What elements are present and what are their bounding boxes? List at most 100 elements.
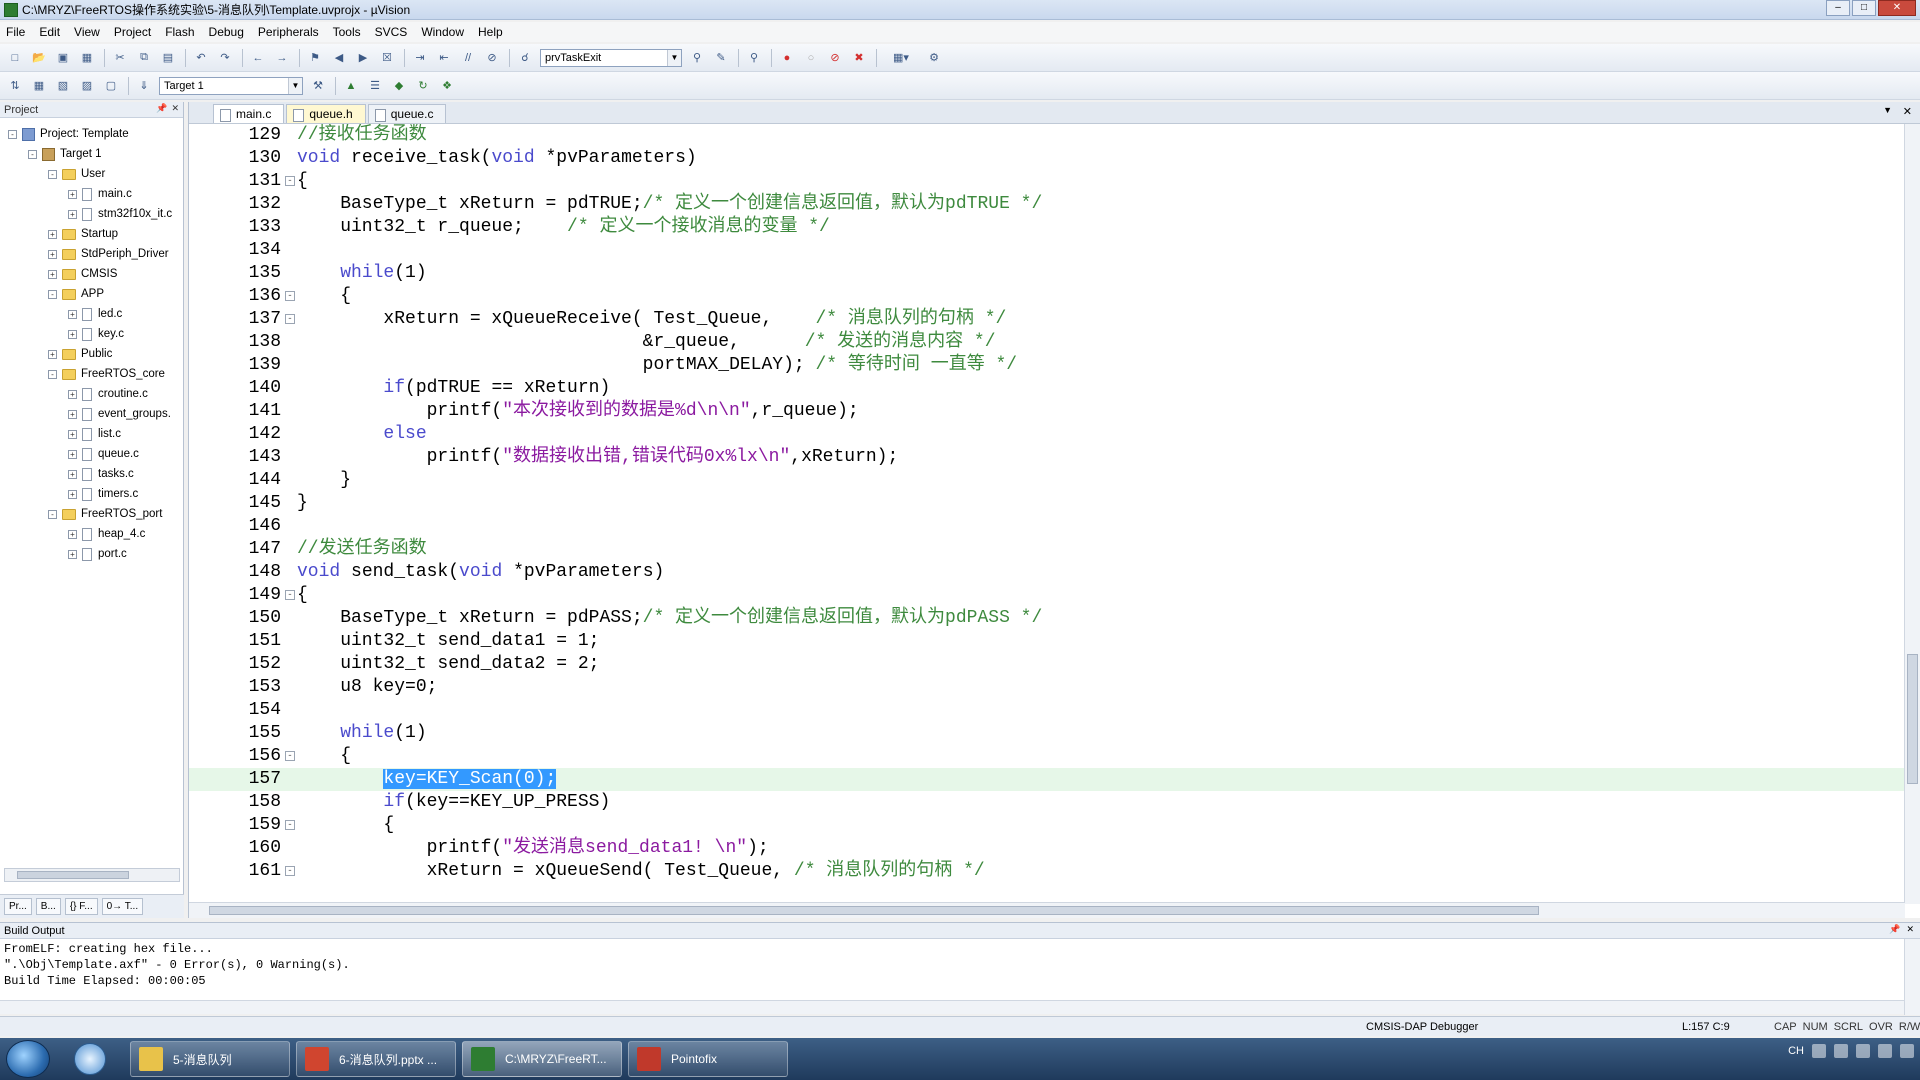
tab-list-dropdown-icon[interactable]: ▼ — [1883, 105, 1892, 115]
tab-templates[interactable]: 0→ T... — [101, 898, 144, 915]
show-desktop-icon[interactable] — [1900, 1044, 1914, 1058]
code-line[interactable]: 159- { — [189, 814, 1905, 837]
tree-folder-item[interactable]: - APP — [48, 284, 104, 304]
collapse-icon[interactable]: - — [8, 129, 17, 139]
menu-view[interactable]: View — [74, 25, 100, 39]
input-language[interactable]: CH — [1788, 1045, 1804, 1057]
taskbar-item-powerpoint[interactable]: 6-消息队列.pptx ... — [296, 1041, 456, 1077]
expand-icon[interactable]: + — [68, 309, 77, 319]
tree-folder-item[interactable]: - FreeRTOS_core — [48, 364, 165, 384]
minimize-button[interactable]: – — [1826, 0, 1850, 16]
disable-breakpoint-icon[interactable]: ○ — [802, 49, 820, 67]
menu-tools[interactable]: Tools — [333, 25, 361, 39]
pin-icon[interactable]: 📌 — [1889, 924, 1900, 935]
clear-bookmarks-icon[interactable]: ☒ — [378, 49, 396, 67]
tree-file-item[interactable]: + key.c — [68, 324, 124, 344]
tree-file-item[interactable]: + event_groups. — [68, 404, 171, 424]
build-icon[interactable]: ▦ — [30, 77, 48, 95]
scrollbar-thumb[interactable] — [209, 906, 1539, 915]
build-output-text[interactable]: FromELF: creating hex file... ".\Obj\Tem… — [0, 939, 1920, 991]
menu-file[interactable]: File — [6, 25, 25, 39]
tree-folder-item[interactable]: - FreeRTOS_port — [48, 504, 162, 524]
menu-svcs[interactable]: SVCS — [375, 25, 408, 39]
tree-file-item[interactable]: + queue.c — [68, 444, 139, 464]
window-layout-icon[interactable]: ▦▾ — [883, 49, 919, 67]
collapse-icon[interactable]: - — [48, 509, 57, 519]
help-icon[interactable] — [1834, 1044, 1848, 1058]
taskbar-item-uvision[interactable]: C:\MRYZ\FreeRT... — [462, 1041, 622, 1077]
menu-flash[interactable]: Flash — [165, 25, 194, 39]
code-line[interactable]: 144 } — [189, 469, 1905, 492]
expand-icon[interactable]: + — [68, 409, 77, 419]
code-line[interactable]: 153 u8 key=0; — [189, 676, 1905, 699]
download-icon[interactable]: ⇓ — [135, 77, 153, 95]
prev-bookmark-icon[interactable]: ◀ — [330, 49, 348, 67]
menu-peripherals[interactable]: Peripherals — [258, 25, 319, 39]
pack-installer-icon[interactable]: ◆ — [390, 77, 408, 95]
code-line[interactable]: 130 void receive_task(void *pvParameters) — [189, 147, 1905, 170]
code-line[interactable]: 132 BaseType_t xReturn = pdTRUE;/* 定义一个创… — [189, 193, 1905, 216]
redo-icon[interactable]: ↷ — [216, 49, 234, 67]
next-bookmark-icon[interactable]: ▶ — [354, 49, 372, 67]
expand-icon[interactable]: + — [68, 469, 77, 479]
expand-icon[interactable]: + — [68, 389, 77, 399]
browser-quicklaunch-icon[interactable] — [74, 1043, 106, 1075]
navigate-back-icon[interactable]: ← — [249, 49, 267, 67]
collapse-icon[interactable]: - — [48, 169, 57, 179]
code-line[interactable]: 134 — [189, 239, 1905, 262]
file-extensions-icon[interactable]: ☰ — [366, 77, 384, 95]
rebuild-icon[interactable]: ▧ — [54, 77, 72, 95]
manage-project-icon[interactable]: ▲ — [342, 77, 360, 95]
fold-toggle-icon[interactable]: - — [285, 291, 295, 301]
code-line[interactable]: 143 printf("数据接收出错,错误代码0x%lx\n",xReturn)… — [189, 446, 1905, 469]
unindent-icon[interactable]: ⇤ — [435, 49, 453, 67]
function-combo[interactable]: prvTaskExit ▼ — [540, 48, 682, 67]
code-area[interactable]: 129 //接收任务函数 130 void receive_task(void *pv… — [189, 124, 1905, 896]
tab-queue-h[interactable]: queue.h — [286, 104, 366, 123]
save-icon[interactable]: ▣ — [54, 49, 72, 67]
code-line[interactable]: 137- xReturn = xQueueReceive( Test_Queue… — [189, 308, 1905, 331]
menu-window[interactable]: Window — [421, 25, 464, 39]
maximize-button[interactable]: □ — [1852, 0, 1876, 16]
find-icon[interactable]: ⚲ — [688, 49, 706, 67]
manage-rte-icon[interactable]: ❖ — [438, 77, 456, 95]
start-debug-icon[interactable]: ⚲ — [745, 49, 763, 67]
breakpoint-icon[interactable]: ● — [778, 49, 796, 67]
menu-project[interactable]: Project — [114, 25, 151, 39]
tree-file-item[interactable]: + tasks.c — [68, 464, 134, 484]
code-line[interactable]: 140 if(pdTRUE == xReturn) — [189, 377, 1905, 400]
code-line[interactable]: 156- { — [189, 745, 1905, 768]
menu-help[interactable]: Help — [478, 25, 503, 39]
code-line[interactable]: 150 BaseType_t xReturn = pdPASS;/* 定义一个创… — [189, 607, 1905, 630]
code-line[interactable]: 161- xReturn = xQueueSend( Test_Queue, /… — [189, 860, 1905, 883]
tree-folder-item[interactable]: - User — [48, 164, 105, 184]
code-line[interactable]: 139 portMAX_DELAY); /* 等待时间 一直等 */ — [189, 354, 1905, 377]
cut-icon[interactable]: ✂ — [111, 49, 129, 67]
expand-icon[interactable]: + — [48, 269, 57, 279]
code-line[interactable]: 160 printf("发送消息send_data1! \n"); — [189, 837, 1905, 860]
target-options-icon[interactable]: ⚒ — [309, 77, 327, 95]
taskbar-item-folder[interactable]: 5-消息队列 — [130, 1041, 290, 1077]
tree-file-item[interactable]: + main.c — [68, 184, 132, 204]
code-line[interactable]: 147 //发送任务函数 — [189, 538, 1905, 561]
code-line[interactable]: 155 while(1) — [189, 722, 1905, 745]
tree-folder-item[interactable]: + Public — [48, 344, 112, 364]
start-button[interactable] — [6, 1040, 50, 1078]
tree-file-item[interactable]: + croutine.c — [68, 384, 148, 404]
incremental-find-icon[interactable]: ✎ — [712, 49, 730, 67]
code-line[interactable]: 135 while(1) — [189, 262, 1905, 285]
code-line[interactable]: 146 — [189, 515, 1905, 538]
code-line[interactable]: 148 void send_task(void *pvParameters) — [189, 561, 1905, 584]
close-tab-icon[interactable]: ✕ — [1903, 105, 1912, 118]
comment-icon[interactable]: // — [459, 49, 477, 67]
build-horizontal-scrollbar[interactable] — [0, 1000, 1904, 1014]
save-all-icon[interactable]: ▦ — [78, 49, 96, 67]
fold-toggle-icon[interactable]: - — [285, 314, 295, 324]
code-line[interactable]: 136- { — [189, 285, 1905, 308]
editor-vertical-scrollbar[interactable] — [1904, 124, 1920, 904]
editor-horizontal-scrollbar[interactable] — [189, 902, 1905, 918]
expand-icon[interactable]: + — [68, 489, 77, 499]
undo-icon[interactable]: ↶ — [192, 49, 210, 67]
code-line[interactable]: 151 uint32_t send_data1 = 1; — [189, 630, 1905, 653]
navigate-forward-icon[interactable]: → — [273, 49, 291, 67]
